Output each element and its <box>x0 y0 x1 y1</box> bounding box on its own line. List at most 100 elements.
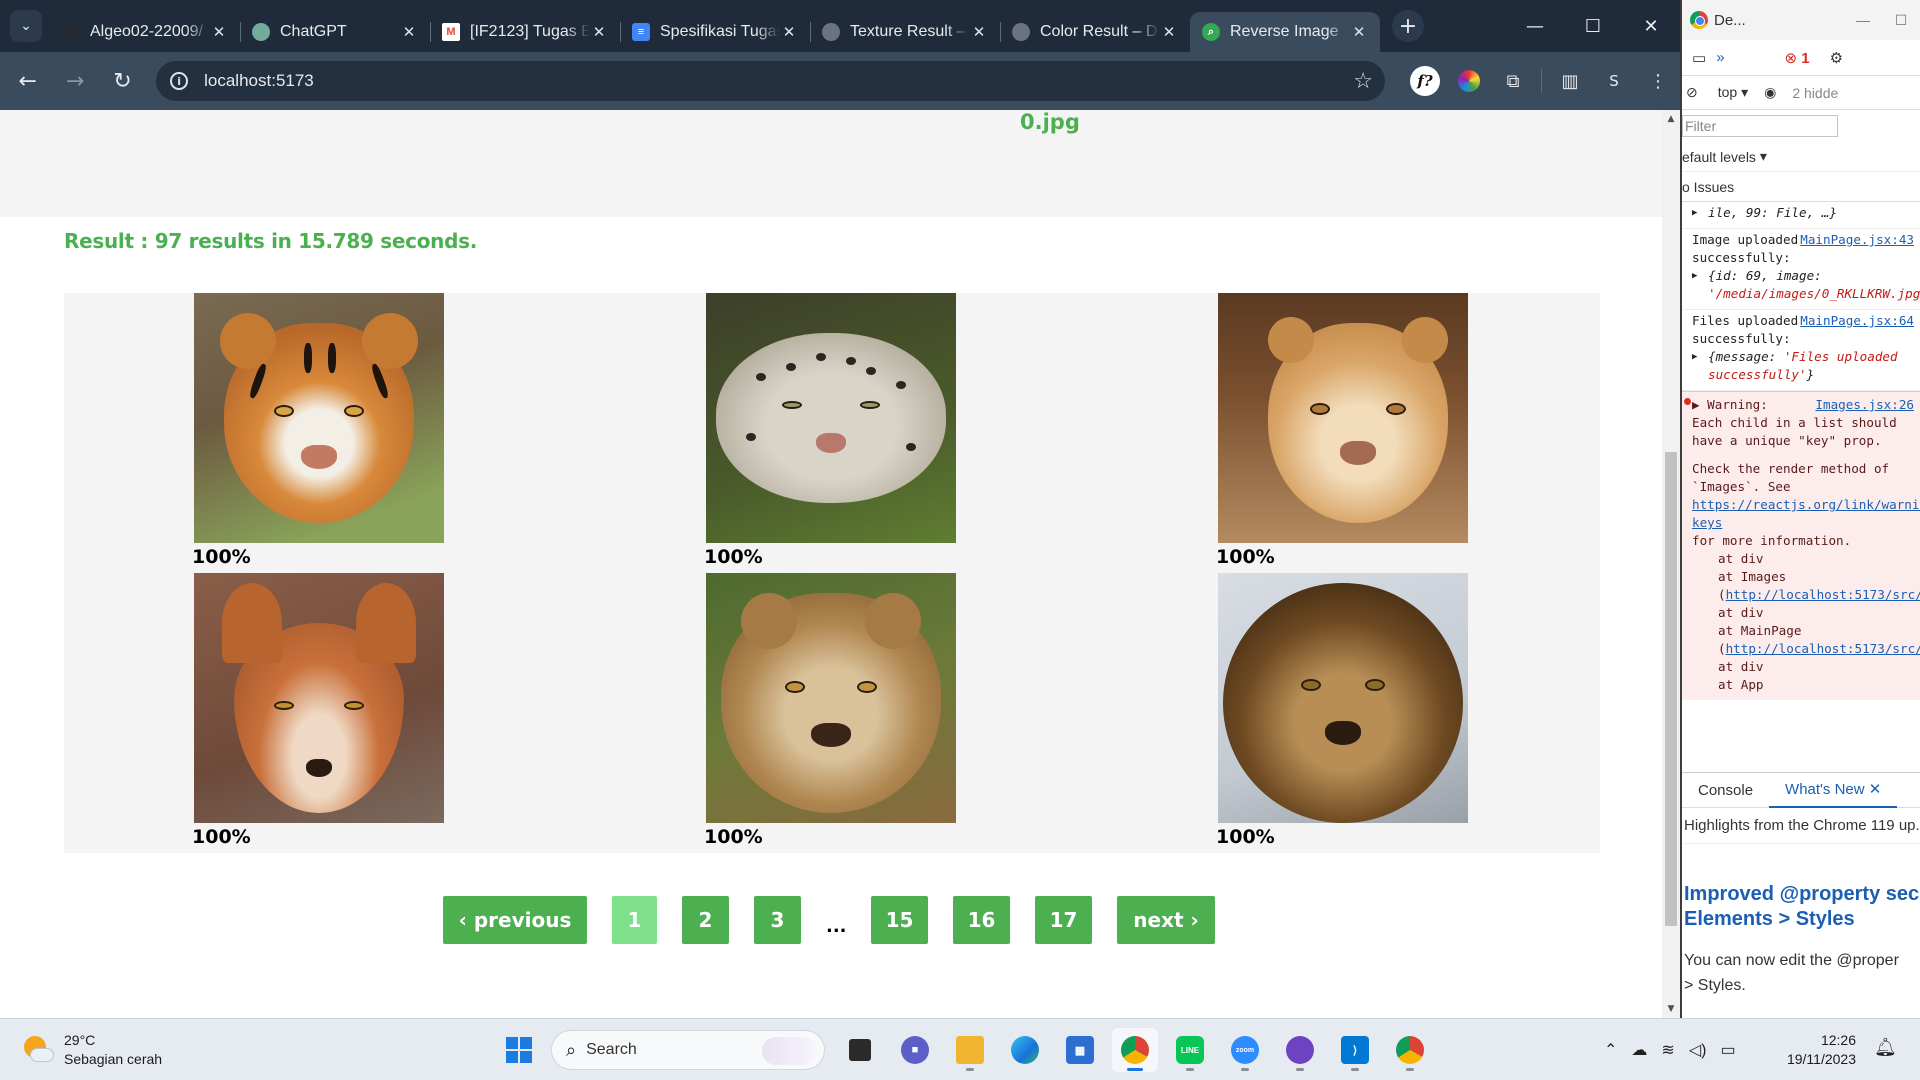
scrollbar-thumb[interactable] <box>1665 452 1677 926</box>
tab-close-icon[interactable]: ✕ <box>1350 23 1368 41</box>
tab-gmail[interactable]: M [IF2123] Tugas B ✕ <box>430 12 620 52</box>
error-count-badge[interactable]: ⊗ 1 <box>1785 49 1810 67</box>
fox-image[interactable] <box>194 573 444 823</box>
stack-link-mainpage[interactable]: http://localhost:5173/src/Pages/MainPage… <box>1726 641 1920 656</box>
forward-arrow-icon[interactable]: → <box>55 61 94 101</box>
drawer-tab-whats-new[interactable]: What's New ✕ <box>1769 772 1898 808</box>
url-text[interactable]: localhost:5173 <box>204 71 1353 91</box>
task-view-icon[interactable] <box>837 1028 883 1072</box>
source-link[interactable]: Images.jsx:26 <box>1815 396 1914 414</box>
start-button[interactable] <box>496 1028 542 1072</box>
result-card[interactable]: 100% <box>704 293 960 568</box>
page-button-17[interactable]: 17 <box>1035 896 1092 944</box>
microsoft-store-icon[interactable]: ▦ <box>1057 1028 1103 1072</box>
stack-link-images[interactable]: http://localhost:5173/src/Components/Ima… <box>1726 587 1920 602</box>
maximize-icon[interactable]: ☐ <box>1564 0 1622 52</box>
scroll-up-icon[interactable]: ▲ <box>1662 110 1680 128</box>
file-explorer-icon[interactable] <box>947 1028 993 1072</box>
snow-leopard-image[interactable] <box>706 293 956 543</box>
error-heading[interactable]: ▶ Warning: <box>1692 397 1768 412</box>
page-button-1[interactable]: 1 <box>612 896 657 944</box>
tab-github[interactable]: Algeo02-22009/ ✕ <box>50 12 240 52</box>
tab-texture-result[interactable]: Texture Result – D ✕ <box>810 12 1000 52</box>
next-button[interactable]: next › <box>1117 896 1215 944</box>
result-card[interactable]: 100% <box>192 573 448 848</box>
log-levels-dropdown[interactable]: efault levels ▾ <box>1682 142 1920 172</box>
minimize-icon[interactable]: — <box>1506 0 1564 52</box>
tab-docs[interactable]: ≡ Spesifikasi Tugas ✕ <box>620 12 810 52</box>
live-expression-eye-icon[interactable]: ◉ <box>1764 84 1776 101</box>
page-scrollbar[interactable]: ▲ ▼ <box>1662 110 1680 1018</box>
zoom-icon[interactable]: zoom <box>1222 1028 1268 1072</box>
lion-image[interactable] <box>1218 573 1468 823</box>
weather-widget[interactable]: 29°C Sebagian cerah <box>22 1031 162 1069</box>
extensions-puzzle-icon[interactable]: ⧉ <box>1491 61 1535 101</box>
show-hidden-icons-chevron-icon[interactable]: ⌃ <box>1604 1040 1617 1060</box>
tab-reverse-image[interactable]: ⌕ Reverse Image ✕ <box>1190 12 1380 52</box>
address-bar[interactable]: i localhost:5173 ☆ <box>156 61 1385 101</box>
lioness-image[interactable] <box>1218 293 1468 543</box>
tab-close-icon[interactable]: ✕ <box>400 23 418 41</box>
result-card[interactable]: 100% <box>192 293 448 568</box>
tab-chatgpt[interactable]: ChatGPT ✕ <box>240 12 430 52</box>
more-panels-icon[interactable]: » <box>1716 49 1724 66</box>
kebab-menu-icon[interactable]: ⋮ <box>1636 61 1680 101</box>
vscode-icon[interactable]: ⟩ <box>1332 1028 1378 1072</box>
line-icon[interactable]: LINE <box>1167 1028 1213 1072</box>
new-tab-button[interactable]: + <box>1392 10 1424 42</box>
tab-close-icon[interactable]: ✕ <box>780 23 798 41</box>
source-link[interactable]: MainPage.jsx:43 <box>1800 231 1914 249</box>
whats-new-heading[interactable]: Improved @property sec Elements > Styles <box>1684 882 1920 932</box>
tab-close-icon[interactable]: ✕ <box>1160 23 1178 41</box>
network-cloud-icon[interactable]: ☁ <box>1631 1040 1647 1060</box>
log-object[interactable]: {id: 69, image: '/media/images/0_RKLLKRW… <box>1692 267 1920 303</box>
device-toolbar-icon[interactable]: ▭ <box>1692 49 1706 67</box>
page-button-3[interactable]: 3 <box>754 896 801 944</box>
tab-close-icon[interactable]: ✕ <box>590 23 608 41</box>
issues-link[interactable]: o Issues <box>1682 172 1920 202</box>
bookmark-star-icon[interactable]: ☆ <box>1353 69 1373 94</box>
site-info-icon[interactable]: i <box>170 72 189 90</box>
context-selector[interactable]: top ▾ <box>1714 84 1748 101</box>
scroll-down-icon[interactable]: ▼ <box>1662 1000 1680 1018</box>
result-card[interactable]: 100% <box>1216 293 1472 568</box>
profile-button[interactable]: S <box>1592 61 1636 101</box>
tab-close-icon[interactable]: ✕ <box>210 23 228 41</box>
page-button-15[interactable]: 15 <box>871 896 928 944</box>
result-card[interactable]: 100% <box>704 573 960 848</box>
volume-icon[interactable]: ◁) <box>1689 1040 1707 1060</box>
taskbar-search[interactable]: ⌕ Search <box>551 1030 825 1070</box>
clear-console-icon[interactable]: ⊘ <box>1686 84 1698 101</box>
edge-icon[interactable] <box>1002 1028 1048 1072</box>
close-window-icon[interactable]: ✕ <box>1622 0 1680 52</box>
formula-extension-icon[interactable]: f? <box>1403 61 1447 101</box>
tab-search-dropdown-icon[interactable]: ⌄ <box>10 10 42 42</box>
wifi-icon[interactable]: ≋ <box>1661 1040 1674 1060</box>
result-card[interactable]: 100% <box>1216 573 1472 848</box>
chrome-icon[interactable] <box>1112 1028 1158 1072</box>
drawer-tab-console[interactable]: Console <box>1682 772 1769 808</box>
react-docs-link[interactable]: https://reactjs.org/link/warning-keys <box>1692 497 1920 530</box>
previous-button[interactable]: ‹ previous <box>443 896 587 944</box>
taskbar-clock[interactable]: 12:26 19/11/2023 <box>1786 1031 1856 1069</box>
young-lion-image[interactable] <box>706 573 956 823</box>
tab-close-icon[interactable]: ✕ <box>970 23 988 41</box>
reload-icon[interactable]: ↻ <box>103 61 142 101</box>
github-desktop-icon[interactable] <box>1277 1028 1323 1072</box>
log-object[interactable]: {message: 'Files uploaded successfully'} <box>1692 348 1914 384</box>
page-button-16[interactable]: 16 <box>953 896 1010 944</box>
color-picker-extension-icon[interactable] <box>1447 61 1491 101</box>
settings-gear-icon[interactable]: ⚙ <box>1830 49 1843 67</box>
close-drawer-tab-icon[interactable]: ✕ <box>1869 780 1882 798</box>
page-button-2[interactable]: 2 <box>682 896 729 944</box>
side-panel-icon[interactable]: ▥ <box>1548 61 1592 101</box>
console-filter-input[interactable]: Filter <box>1682 115 1838 137</box>
chrome-icon-2[interactable] <box>1387 1028 1433 1072</box>
truncated-object[interactable]: ile, 99: File, …} <box>1692 205 1837 220</box>
back-arrow-icon[interactable]: ← <box>8 61 47 101</box>
minimize-icon[interactable]: — <box>1844 12 1882 29</box>
tab-color-result[interactable]: Color Result – D ✕ <box>1000 12 1190 52</box>
teams-chat-icon[interactable]: ■ <box>892 1028 938 1072</box>
tiger-image[interactable] <box>194 293 444 543</box>
battery-icon[interactable]: ▭ <box>1720 1040 1735 1060</box>
